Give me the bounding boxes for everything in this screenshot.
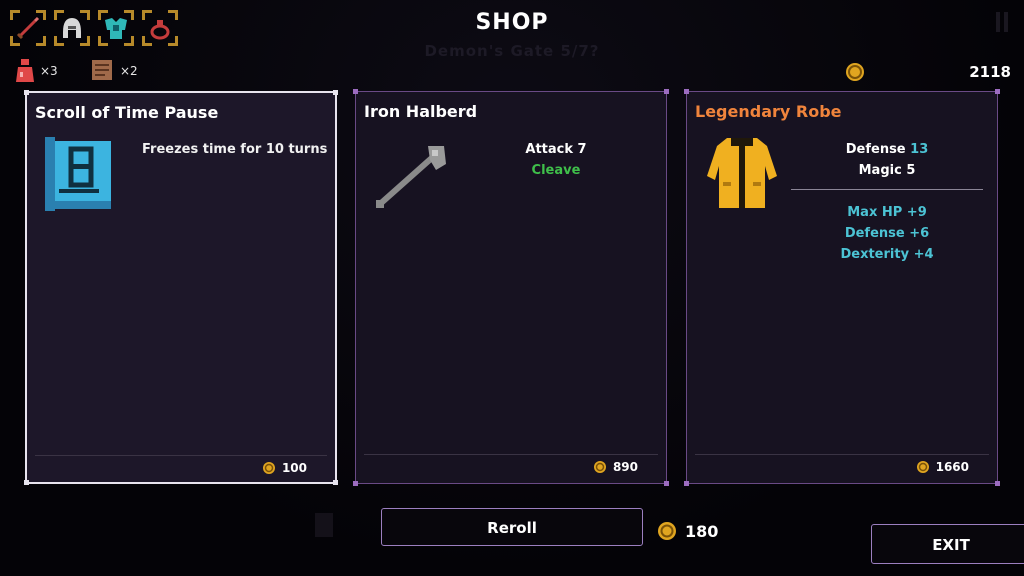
item-perk: Cleave <box>531 163 581 178</box>
item-name: Iron Halberd <box>364 102 478 121</box>
coin-icon <box>658 522 676 540</box>
item-name: Legendary Robe <box>695 102 842 121</box>
coin-icon <box>846 63 864 81</box>
exit-button[interactable]: EXIT <box>871 524 1024 564</box>
defense-label: Defense <box>845 142 906 157</box>
robe-icon <box>707 138 777 208</box>
item-stats: Attack 7 Cleave <box>456 139 656 181</box>
gold-display: 2118 <box>845 62 1015 82</box>
scroll-small-icon <box>92 60 112 80</box>
scroll-counter[interactable]: ×2 <box>90 58 138 84</box>
reroll-cost-value: 180 <box>685 521 719 541</box>
scroll-icon <box>45 137 111 211</box>
magic-stat: Magic 5 <box>858 163 916 178</box>
item-price-value: 1660 <box>935 460 969 474</box>
coin-icon <box>593 461 606 473</box>
item-price-value: 890 <box>612 460 638 474</box>
item-price: 1660 <box>916 460 969 474</box>
item-name: Scroll of Time Pause <box>35 103 219 122</box>
shop-item-halberd[interactable]: Iron Halberd Attack 7 Cleave 890 <box>353 89 669 486</box>
item-stats: Defense 13 Magic 5 <box>787 139 987 181</box>
gold-amount: 2118 <box>969 63 1011 81</box>
item-price-value: 100 <box>281 461 307 475</box>
reroll-cost: 180 <box>657 521 718 541</box>
background-icon <box>315 513 333 537</box>
scroll-count: ×2 <box>120 64 138 78</box>
stat-value: 7 <box>577 142 587 157</box>
bonus-defense: Defense +6 <box>844 226 930 241</box>
item-bonuses: Max HP +9 Defense +6 Dexterity +4 <box>787 202 987 265</box>
defense-value: 13 <box>910 142 929 157</box>
halberd-icon <box>376 146 446 208</box>
stats-divider <box>791 189 983 190</box>
potion-icon <box>16 59 34 82</box>
stat-label: Attack <box>525 142 574 157</box>
coin-icon <box>916 461 929 473</box>
reroll-button[interactable]: Reroll <box>381 508 643 546</box>
coin-icon <box>262 462 275 474</box>
shop-item-robe[interactable]: Legendary Robe Defense 13 Magic 5 Max HP… <box>684 89 1000 486</box>
item-price: 890 <box>593 460 638 474</box>
bonus-max-hp: Max HP +9 <box>847 205 927 220</box>
bonus-dexterity: Dexterity +4 <box>840 247 934 262</box>
shop-item-scroll[interactable]: Scroll of Time Pause Freezes time for 10… <box>24 90 338 485</box>
page-title: SHOP <box>475 10 549 35</box>
item-description: Freezes time for 10 turns <box>142 142 328 157</box>
item-price: 100 <box>262 461 307 475</box>
potion-count: ×3 <box>40 64 58 78</box>
potion-counter[interactable]: ×3 <box>14 58 58 84</box>
